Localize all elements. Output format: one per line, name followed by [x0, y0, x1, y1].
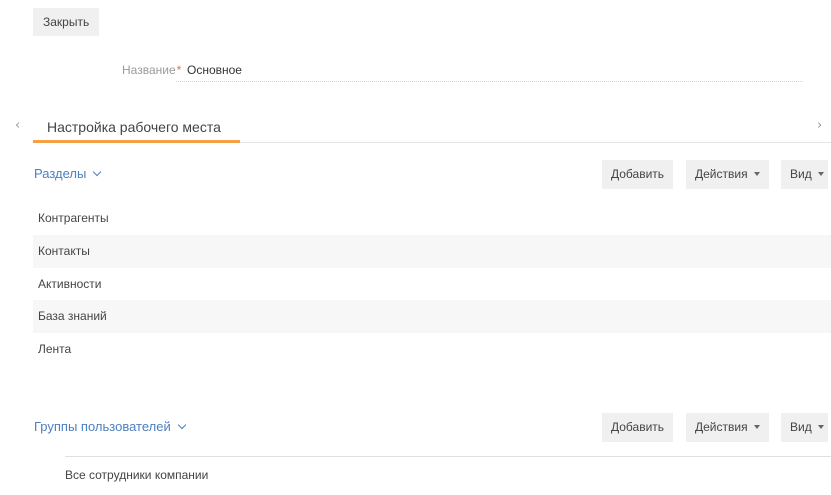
chevron-down-icon — [177, 420, 186, 430]
groups-panel-toggle[interactable]: Группы пользователей — [34, 419, 186, 434]
caret-down-icon — [817, 171, 824, 176]
caret-down-icon — [753, 424, 760, 429]
list-item[interactable]: База знаний — [33, 300, 831, 333]
required-mark: * — [176, 63, 182, 77]
name-field-value[interactable]: Основное — [187, 63, 242, 77]
sections-panel-title: Разделы — [34, 166, 87, 181]
tab-prev-chevron-left-icon[interactable]: ‹ — [15, 118, 20, 133]
groups-list-divider — [65, 456, 831, 457]
list-item[interactable]: Лента — [33, 333, 831, 366]
sections-add-button[interactable]: Добавить — [602, 160, 674, 189]
sections-panel-toggle[interactable]: Разделы — [34, 166, 102, 181]
groups-actions-button[interactable]: Действия — [686, 413, 769, 442]
tab-workplace-settings[interactable]: Настройка рабочего места — [47, 119, 221, 135]
groups-panel-title: Группы пользователей — [34, 419, 171, 434]
name-field-label: Название* — [122, 63, 182, 77]
close-button[interactable]: Закрыть — [33, 8, 100, 36]
list-item[interactable]: Контакты — [33, 235, 831, 268]
name-field-underline — [176, 81, 803, 82]
groups-add-button[interactable]: Добавить — [602, 413, 674, 442]
caret-down-icon — [753, 171, 760, 176]
groups-view-button[interactable]: Вид — [781, 413, 828, 442]
sections-actions-button[interactable]: Действия — [686, 160, 769, 189]
sections-view-button[interactable]: Вид — [781, 160, 828, 189]
list-item[interactable]: Все сотрудники компании — [65, 468, 208, 482]
list-item[interactable]: Активности — [33, 268, 831, 301]
tab-next-chevron-right-icon[interactable]: › — [817, 118, 822, 133]
list-item[interactable]: Контрагенты — [33, 202, 831, 235]
caret-down-icon — [817, 424, 824, 429]
chevron-down-icon — [93, 167, 102, 177]
tab-active-indicator — [33, 140, 240, 143]
